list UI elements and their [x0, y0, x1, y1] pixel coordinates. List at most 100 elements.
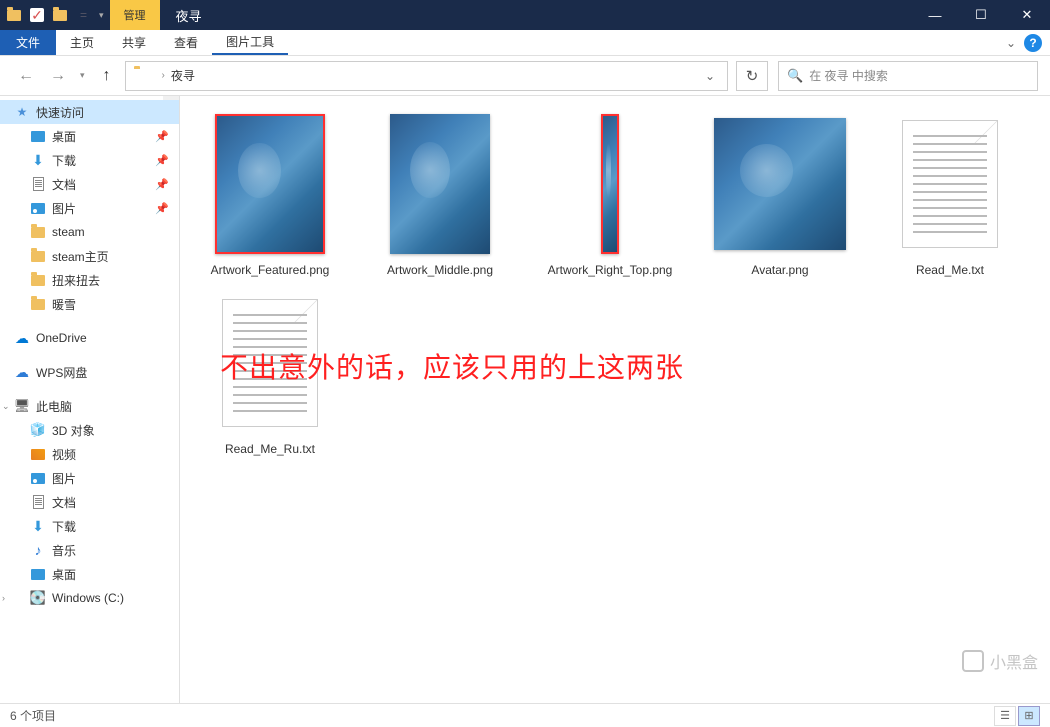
- document-icon: [30, 176, 46, 192]
- expand-icon[interactable]: ›: [2, 593, 5, 603]
- expand-ribbon-icon[interactable]: ⌄: [1006, 36, 1016, 50]
- sidebar-item-pictures[interactable]: 图片: [0, 466, 179, 490]
- tab-picture-tools[interactable]: 图片工具: [212, 30, 288, 55]
- sidebar-item-downloads[interactable]: ⬇ 下载 📌: [0, 148, 179, 172]
- folder-icon: [30, 248, 46, 264]
- music-icon: ♪: [30, 542, 46, 558]
- image-thumbnail: [215, 114, 325, 254]
- 3d-icon: 🧊: [30, 422, 46, 438]
- sidebar-label: 桌面: [52, 128, 76, 145]
- file-name: Avatar.png: [751, 262, 808, 279]
- image-thumbnail: [390, 114, 490, 254]
- history-dropdown[interactable]: ▾: [76, 70, 89, 81]
- folder-icon: [52, 7, 68, 23]
- folder-icon: [134, 69, 152, 83]
- pin-icon: 📌: [155, 154, 169, 167]
- drive-icon: 💽: [30, 590, 46, 606]
- tab-home[interactable]: 主页: [56, 30, 108, 55]
- navigation-pane[interactable]: ⌃ ★ 快速访问 桌面 📌 ⬇ 下载 📌 文档 📌: [0, 96, 180, 703]
- sidebar-item-videos[interactable]: 视频: [0, 442, 179, 466]
- sidebar-item-downloads[interactable]: ⬇ 下载: [0, 514, 179, 538]
- pin-icon: 📌: [155, 130, 169, 143]
- folder-icon: [30, 272, 46, 288]
- sidebar-item-desktop[interactable]: 桌面 📌: [0, 124, 179, 148]
- star-icon: ★: [14, 104, 30, 120]
- properties-icon[interactable]: ✓: [30, 8, 44, 22]
- tab-view[interactable]: 查看: [160, 30, 212, 55]
- onedrive-icon: ☁: [14, 330, 30, 346]
- details-view-button[interactable]: ☰: [994, 706, 1016, 726]
- sidebar-label: steam: [52, 225, 85, 239]
- file-grid: Artwork_Featured.png Artwork_Middle.png …: [200, 110, 1030, 458]
- sidebar-item-music[interactable]: ♪ 音乐: [0, 538, 179, 562]
- file-item[interactable]: Read_Me.txt: [880, 110, 1020, 279]
- picture-icon: [30, 200, 46, 216]
- breadcrumb-separator: ›: [162, 70, 165, 81]
- file-item[interactable]: Artwork_Right_Top.png: [540, 110, 680, 279]
- sidebar-label: 下载: [52, 518, 76, 535]
- titlebar: ✓ = ▾ 管理 夜寻 — ☐ ✕: [0, 0, 1050, 30]
- refresh-button[interactable]: ↻: [736, 61, 768, 91]
- file-item[interactable]: Artwork_Middle.png: [370, 110, 510, 279]
- file-name: Artwork_Featured.png: [211, 262, 330, 279]
- sidebar-item-steam[interactable]: steam: [0, 220, 179, 244]
- close-button[interactable]: ✕: [1004, 0, 1050, 30]
- image-thumbnail: [714, 118, 846, 250]
- sidebar-label: 桌面: [52, 566, 76, 583]
- file-item[interactable]: Read_Me_Ru.txt: [200, 289, 340, 458]
- file-item[interactable]: Avatar.png: [710, 110, 850, 279]
- video-icon: [30, 446, 46, 462]
- sidebar-item-drive-c[interactable]: › 💽 Windows (C:): [0, 586, 179, 610]
- folder-icon: [30, 224, 46, 240]
- window-controls: — ☐ ✕: [912, 0, 1050, 30]
- file-name: Read_Me_Ru.txt: [225, 441, 315, 458]
- back-button[interactable]: ←: [12, 62, 40, 90]
- watermark-icon: [962, 650, 984, 672]
- sidebar-label: 扭来扭去: [52, 272, 100, 289]
- sidebar-label: 此电脑: [36, 398, 72, 415]
- file-view[interactable]: Artwork_Featured.png Artwork_Middle.png …: [180, 96, 1050, 703]
- sidebar-item-pictures[interactable]: 图片 📌: [0, 196, 179, 220]
- download-icon: ⬇: [30, 518, 46, 534]
- chevron-down-icon[interactable]: ▾: [99, 10, 104, 21]
- sidebar-onedrive[interactable]: ☁ OneDrive: [0, 326, 179, 350]
- expand-icon[interactable]: ⌄: [2, 401, 10, 412]
- breadcrumb-item[interactable]: 夜寻: [171, 67, 195, 84]
- sidebar-item-steam-home[interactable]: steam主页: [0, 244, 179, 268]
- address-bar[interactable]: › 夜寻 ⌄: [125, 61, 728, 91]
- status-bar: 6 个项目 ☰ ⊞: [0, 703, 1050, 727]
- item-count: 6 个项目: [10, 707, 56, 724]
- tab-share[interactable]: 共享: [108, 30, 160, 55]
- watermark-label: 小黑盒: [990, 649, 1038, 673]
- sidebar-wps[interactable]: ☁ WPS网盘: [0, 360, 179, 384]
- sidebar-item-documents[interactable]: 文档: [0, 490, 179, 514]
- sidebar-label: WPS网盘: [36, 364, 87, 381]
- sidebar-item-3d[interactable]: 🧊 3D 对象: [0, 418, 179, 442]
- sidebar-item-documents[interactable]: 文档 📌: [0, 172, 179, 196]
- help-icon[interactable]: ?: [1024, 34, 1042, 52]
- address-dropdown-icon[interactable]: ⌄: [697, 69, 723, 83]
- file-menu[interactable]: 文件: [0, 30, 56, 55]
- search-input[interactable]: 🔍 在 夜寻 中搜索: [778, 61, 1038, 91]
- picture-icon: [30, 470, 46, 486]
- image-thumbnail: [601, 114, 619, 254]
- sidebar-label: 文档: [52, 176, 76, 193]
- context-tab-label: 管理: [124, 7, 146, 23]
- sidebar-item-folder[interactable]: 暖雪: [0, 292, 179, 316]
- forward-button[interactable]: →: [44, 62, 72, 90]
- main-area: ⌃ ★ 快速访问 桌面 📌 ⬇ 下载 📌 文档 📌: [0, 96, 1050, 703]
- maximize-button[interactable]: ☐: [958, 0, 1004, 30]
- sidebar-item-folder[interactable]: 扭来扭去: [0, 268, 179, 292]
- desktop-icon: [30, 128, 46, 144]
- sidebar-this-pc[interactable]: ⌄ 🖥 此电脑: [0, 394, 179, 418]
- search-placeholder: 在 夜寻 中搜索: [809, 67, 888, 84]
- context-tab[interactable]: 管理: [110, 0, 160, 30]
- sidebar-label: OneDrive: [36, 331, 87, 345]
- file-item[interactable]: Artwork_Featured.png: [200, 110, 340, 279]
- thumbnails-view-button[interactable]: ⊞: [1018, 706, 1040, 726]
- sidebar-item-desktop[interactable]: 桌面: [0, 562, 179, 586]
- up-button[interactable]: ↑: [93, 62, 121, 90]
- minimize-button[interactable]: —: [912, 0, 958, 30]
- sidebar-quick-access[interactable]: ★ 快速访问: [0, 100, 179, 124]
- document-icon: [30, 494, 46, 510]
